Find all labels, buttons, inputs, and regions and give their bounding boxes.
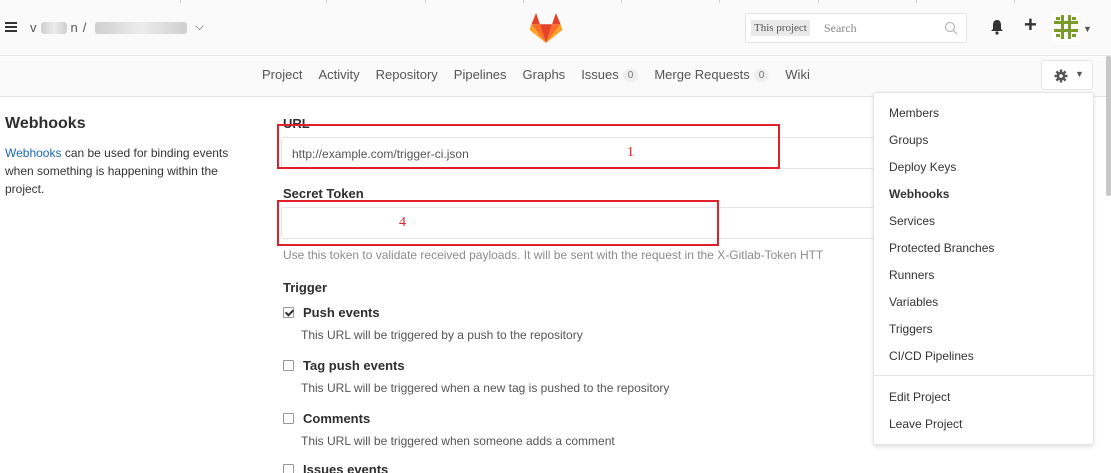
issues-events-checkbox[interactable] <box>283 464 294 473</box>
page-description: Webhooks can be used for binding events … <box>5 144 255 198</box>
bell-icon[interactable] <box>990 19 1004 35</box>
menu-item-services[interactable]: Services <box>889 214 935 228</box>
tab-label: Wiki <box>785 66 810 82</box>
push-events-checkbox[interactable] <box>283 307 294 318</box>
annotation-number-url: 1 <box>627 145 634 160</box>
tab-label: Activity <box>318 66 360 82</box>
count-badge: 0 <box>622 69 639 82</box>
menu-item-groups[interactable]: Groups <box>889 133 928 147</box>
secret-token-label: Secret Token <box>283 186 364 201</box>
page-scrollbar[interactable] <box>1106 56 1111 196</box>
tab-label: Graphs <box>522 66 566 82</box>
webhooks-help-link[interactable]: Webhooks <box>5 146 61 160</box>
tag-push-events-checkbox[interactable] <box>283 360 294 371</box>
trigger-tag-push-events[interactable]: Tag push events <box>283 358 405 373</box>
chevron-down-icon[interactable]: ⌵ <box>195 21 203 34</box>
avatar-chevron-down-icon[interactable]: ▼ <box>1083 24 1092 34</box>
count-badge: 0 <box>753 69 770 82</box>
menu-item-leave-project[interactable]: Leave Project <box>889 417 962 431</box>
tab-project[interactable]: Project <box>262 66 302 82</box>
settings-dropdown-button[interactable]: ▼ <box>1041 60 1093 90</box>
secret-token-help-text: Use this token to validate received payl… <box>283 248 824 262</box>
tag-push-events-title: Tag push events <box>303 358 405 373</box>
trigger-push-events[interactable]: Push events <box>283 305 380 320</box>
top-header: vn / ⌵ This project Search + ▼ <box>0 0 1111 56</box>
tab-merge-requests[interactable]: Merge Requests 0 <box>654 66 770 82</box>
search-scope-badge[interactable]: This project <box>751 20 810 36</box>
search-placeholder: Search <box>824 21 857 35</box>
menu-item-deploy-keys[interactable]: Deploy Keys <box>889 160 956 174</box>
menu-item-ci-cd-pipelines[interactable]: CI/CD Pipelines <box>889 349 974 363</box>
issues-events-title: Issues events <box>303 462 389 473</box>
chevron-down-icon: ▼ <box>1075 69 1084 79</box>
menu-item-edit-project[interactable]: Edit Project <box>889 390 950 404</box>
search-icon[interactable] <box>944 21 958 35</box>
hamburger-menu-icon[interactable] <box>5 22 17 32</box>
tab-repository[interactable]: Repository <box>376 66 438 82</box>
gitlab-logo-icon[interactable] <box>529 12 563 44</box>
breadcrumb-separator: / <box>82 20 87 35</box>
annotation-box-token <box>277 200 719 246</box>
tab-activity[interactable]: Activity <box>318 66 359 82</box>
menu-item-webhooks[interactable]: Webhooks <box>889 187 949 201</box>
project-nav-tabs: Project Activity Repository Pipelines Graphs… <box>262 66 826 82</box>
dropdown-divider <box>874 375 1093 376</box>
user-avatar[interactable] <box>1052 13 1080 41</box>
push-events-title: Push events <box>303 305 380 320</box>
settings-dropdown-menu: Members Groups Deploy Keys Webhooks Services… <box>873 92 1094 445</box>
tab-label: Project <box>262 66 303 82</box>
browser-tab-strip <box>0 0 1111 3</box>
tab-label: Pipelines <box>453 66 507 82</box>
trigger-issues-events[interactable]: Issues events <box>283 462 388 473</box>
breadcrumb[interactable]: vn / ⌵ <box>30 20 204 35</box>
annotation-box-url <box>277 124 780 169</box>
annotation-number-token: 4 <box>399 215 406 230</box>
push-events-description: This URL will be triggered by a push to … <box>301 328 583 342</box>
project-subnav: Project Activity Repository Pipelines Graphs… <box>0 57 1111 97</box>
trigger-label: Trigger <box>283 280 328 295</box>
gear-icon <box>1054 69 1068 83</box>
menu-item-protected-branches[interactable]: Protected Branches <box>889 241 994 255</box>
search-field[interactable]: This project Search <box>745 13 967 43</box>
tab-graphs[interactable]: Graphs <box>523 66 566 82</box>
tab-label: Merge Requests <box>654 66 750 82</box>
tab-wiki[interactable]: Wiki <box>785 66 810 82</box>
breadcrumb-project[interactable] <box>91 21 191 34</box>
tab-pipelines[interactable]: Pipelines <box>454 66 507 82</box>
page-title: Webhooks <box>5 115 86 132</box>
breadcrumb-namespace[interactable]: vn <box>30 20 78 35</box>
new-item-plus-icon[interactable]: + <box>1024 14 1037 36</box>
menu-item-triggers[interactable]: Triggers <box>889 322 933 336</box>
tag-push-events-description: This URL will be triggered when a new ta… <box>301 381 670 395</box>
tab-issues[interactable]: Issues 0 <box>581 66 639 82</box>
comments-title: Comments <box>303 411 371 426</box>
tab-label: Repository <box>375 66 438 82</box>
comments-checkbox[interactable] <box>283 413 294 424</box>
tab-label: Issues <box>581 66 619 82</box>
menu-item-variables[interactable]: Variables <box>889 295 938 309</box>
menu-item-runners[interactable]: Runners <box>889 268 934 282</box>
comments-description: This URL will be triggered when someone … <box>301 434 615 448</box>
menu-item-members[interactable]: Members <box>889 106 939 120</box>
trigger-comments[interactable]: Comments <box>283 411 370 426</box>
